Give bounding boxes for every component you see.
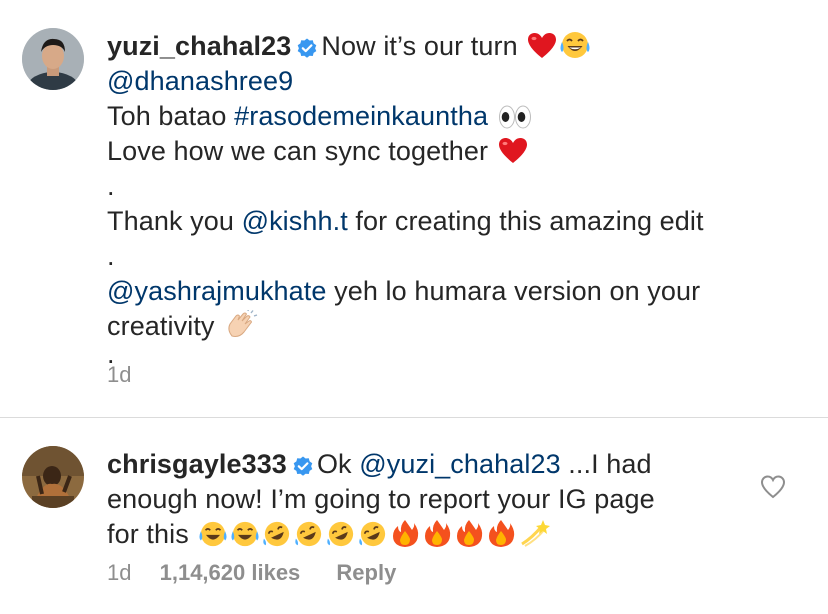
caption-text-line5a: Thank you	[107, 206, 242, 236]
mention-link[interactable]: @kishh.t	[242, 206, 348, 236]
mention-link[interactable]: @yuzi_chahal23	[359, 449, 560, 479]
mention-link[interactable]: @yashrajmukhate	[107, 276, 327, 306]
caption-text-line7: creativity	[107, 311, 215, 341]
likes-count[interactable]: 1,14,620 likes	[160, 560, 301, 585]
caption-username[interactable]: yuzi_chahal23	[107, 31, 291, 61]
comment-username[interactable]: chrisgayle333	[107, 449, 287, 479]
verified-badge-icon	[297, 32, 317, 67]
caption-text-line3: Toh batao	[107, 101, 235, 131]
post-caption: yuzi_chahal23 Now it’s our turn @dhanashr…	[0, 0, 828, 417]
caption-dot: .	[107, 171, 115, 201]
caption-text-line5b: for creating this amazing edit	[347, 206, 704, 236]
emoji-row	[196, 519, 551, 549]
red-heart-emoji-icon	[527, 32, 557, 69]
tears-of-joy-emoji-icon	[198, 520, 228, 557]
caption-text-line1: Now it’s our turn	[321, 31, 518, 61]
comment-meta: 1d 1,14,620 likes Reply	[107, 560, 396, 586]
rolling-laughing-emoji-icon	[294, 520, 324, 557]
comment-text-line2: enough now! I’m going to report your IG …	[107, 484, 655, 514]
tears-of-joy-emoji-icon	[230, 520, 260, 557]
tears-of-joy-emoji-icon	[559, 30, 591, 69]
fire-emoji-icon	[422, 518, 452, 557]
reply-button[interactable]: Reply	[336, 560, 396, 585]
comment-item: chrisgayle333 Ok @yuzi_chahal23 ...I had …	[0, 418, 828, 614]
comment-text-line1a: Ok	[316, 449, 360, 479]
fire-emoji-icon	[454, 518, 484, 557]
clapping-hands-emoji-icon	[224, 308, 258, 349]
comment-text-line3: for this	[107, 519, 189, 549]
rolling-laughing-emoji-icon	[326, 520, 356, 557]
rolling-laughing-emoji-icon	[358, 520, 388, 557]
heart-outline-icon[interactable]	[760, 474, 786, 500]
comment-timestamp: 1d	[107, 560, 132, 585]
caption-dot: .	[107, 241, 115, 271]
mention-link[interactable]: @dhanashree9	[107, 66, 293, 96]
caption-dot: .	[107, 339, 115, 369]
caption-text-line6: yeh lo humara version on your	[326, 276, 701, 306]
commenter-avatar[interactable]	[22, 446, 84, 508]
caption-timestamp: 1d	[107, 362, 132, 387]
caption-text-line4: Love how we can sync together	[107, 136, 489, 166]
fire-emoji-icon	[390, 518, 420, 557]
fire-emoji-icon	[486, 518, 516, 557]
rolling-laughing-emoji-icon	[262, 520, 292, 557]
hashtag-link[interactable]: #rasodemeinkauntha	[234, 101, 488, 131]
red-heart-emoji-icon	[498, 137, 528, 174]
dizzy-emoji-icon	[518, 518, 551, 557]
verified-badge-icon	[293, 450, 313, 485]
comment-text-line1b: ...I had	[560, 449, 652, 479]
caption-author-avatar[interactable]	[22, 28, 84, 90]
